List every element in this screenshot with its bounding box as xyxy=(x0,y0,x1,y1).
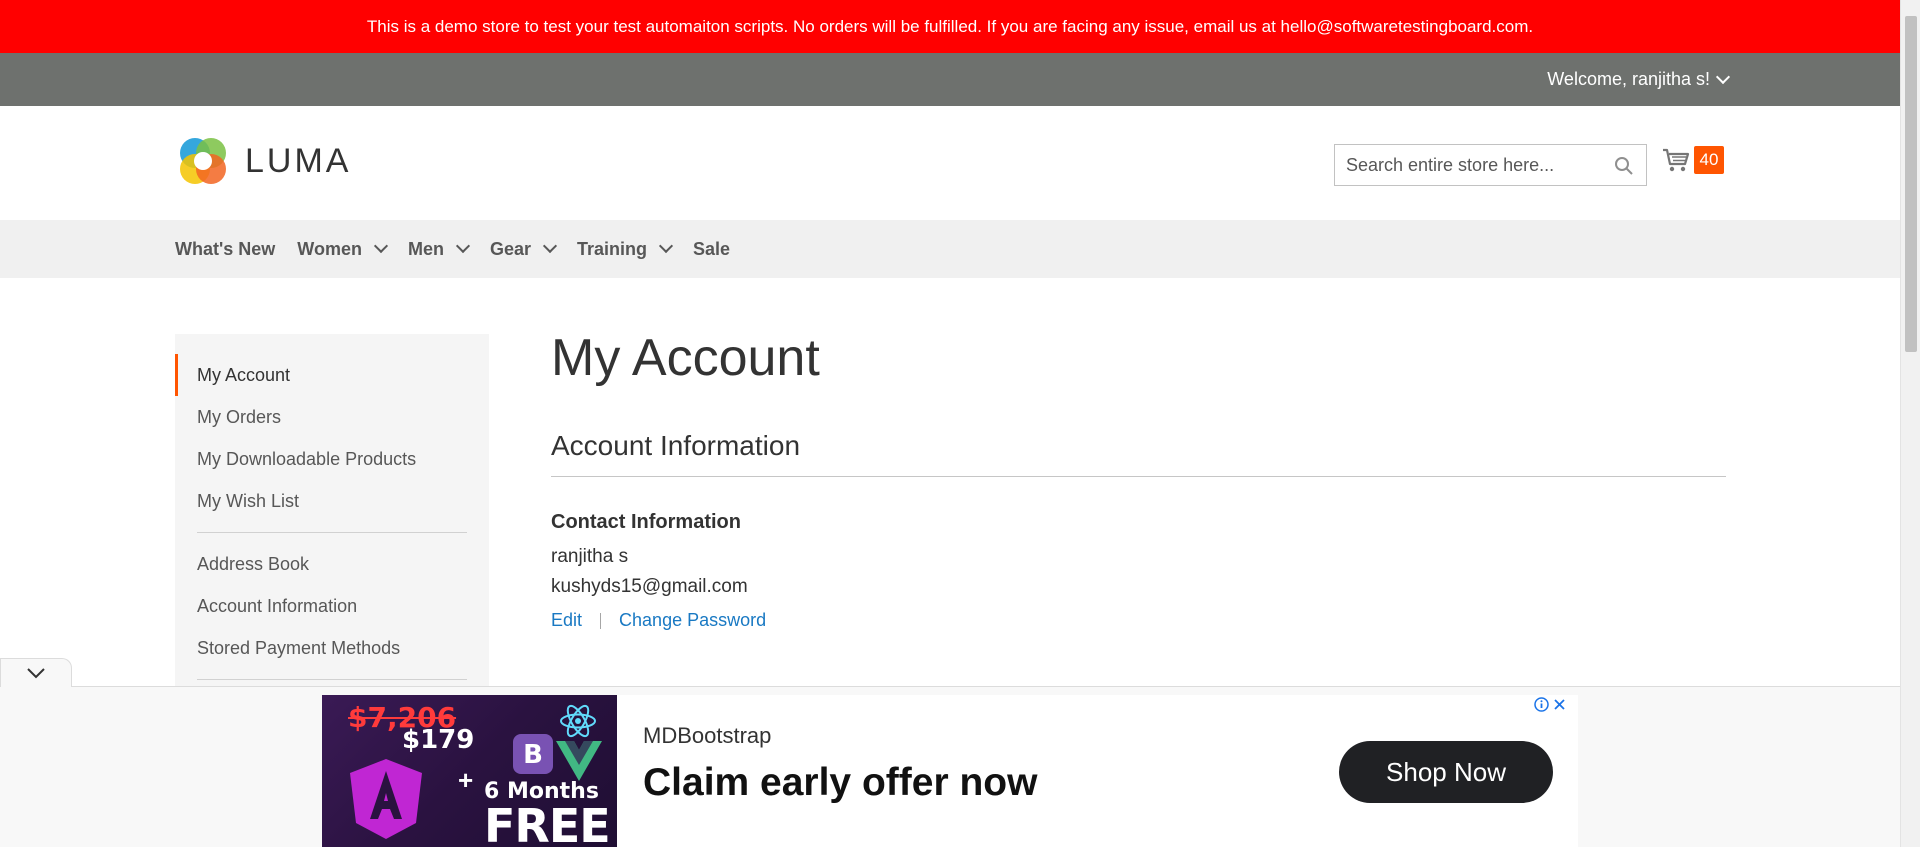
react-logo-icon xyxy=(560,704,596,738)
nav-item-whats-new[interactable]: What's New xyxy=(175,239,275,260)
chevron-down-icon xyxy=(542,238,558,254)
chevron-down-icon xyxy=(658,238,674,254)
ad-banner: $7,206 $179 B + 6 Months FREE MDBootstra… xyxy=(0,658,1900,847)
demo-banner-text: This is a demo store to test your test a… xyxy=(366,16,1534,36)
sidebar-divider xyxy=(197,679,467,680)
edit-link[interactable]: Edit xyxy=(551,610,582,631)
sidebar-item-my-account[interactable]: My Account xyxy=(175,354,489,396)
account-sidebar: My Account My Orders My Downloadable Pro… xyxy=(175,334,489,694)
nav-item-label: Women xyxy=(297,238,362,259)
welcome-text: Welcome, ranjitha s! xyxy=(1547,69,1710,89)
action-separator xyxy=(600,612,602,629)
contact-name: ranjitha s xyxy=(551,546,629,567)
search-input[interactable] xyxy=(1346,154,1606,176)
search-icon[interactable] xyxy=(1614,156,1634,176)
minicart[interactable]: 40 xyxy=(1662,146,1724,174)
section-title: Account Information xyxy=(551,430,1726,477)
angular-logo-icon xyxy=(350,759,422,839)
close-icon[interactable] xyxy=(1553,698,1566,711)
cart-count-badge: 40 xyxy=(1694,146,1724,174)
nav-item-label: Gear xyxy=(489,238,531,259)
luma-logo-icon xyxy=(180,138,226,184)
sidebar-item-address-book[interactable]: Address Book xyxy=(175,543,489,585)
ad-plus: + xyxy=(458,765,474,795)
ad-brand: MDBootstrap xyxy=(643,723,772,748)
logo-text: LUMA xyxy=(245,141,352,180)
nav-item-men[interactable]: Men xyxy=(407,238,471,260)
nav-item-training[interactable]: Training xyxy=(577,238,674,260)
scrollbar-thumb[interactable] xyxy=(1905,16,1917,352)
page: This is a demo store to test your test a… xyxy=(0,0,1900,847)
bootstrap-logo-icon: B xyxy=(513,734,553,774)
sidebar-divider xyxy=(197,532,467,533)
sidebar-item-stored-payment-methods[interactable]: Stored Payment Methods xyxy=(175,627,489,669)
sidebar-item-my-orders[interactable]: My Orders xyxy=(175,396,489,438)
change-password-link[interactable]: Change Password xyxy=(619,610,766,631)
nav-item-label: Sale xyxy=(693,238,731,259)
contact-actions: Edit Change Password xyxy=(551,610,1726,631)
ad-choices xyxy=(1534,697,1566,712)
ad-free: FREE xyxy=(484,799,611,847)
nav-item-label: Training xyxy=(577,238,648,259)
chevron-down-icon xyxy=(373,238,389,254)
sidebar-item-my-downloadable-products[interactable]: My Downloadable Products xyxy=(175,438,489,480)
ad-image: $7,206 $179 B + 6 Months FREE xyxy=(322,695,617,847)
svg-text:B: B xyxy=(523,740,543,770)
shopping-cart-icon xyxy=(1663,148,1690,172)
header-panel: Welcome, ranjitha s! xyxy=(0,53,1900,106)
info-icon[interactable] xyxy=(1534,697,1549,712)
ad-new-price: $179 xyxy=(402,725,475,755)
chevron-down-icon xyxy=(1715,69,1731,84)
vue-logo-icon xyxy=(556,741,602,781)
header-content: LUMA 40 xyxy=(0,106,1900,220)
nav-item-gear[interactable]: Gear xyxy=(489,238,558,260)
customer-welcome-menu[interactable]: Welcome, ranjitha s! xyxy=(1547,69,1731,90)
nav-item-label: Men xyxy=(407,238,444,259)
search-box xyxy=(1334,144,1647,186)
ad-creative[interactable]: $7,206 $179 B + 6 Months FREE MDBootstra… xyxy=(322,695,1578,847)
sidebar-item-account-information[interactable]: Account Information xyxy=(175,585,489,627)
sidebar-item-my-wish-list[interactable]: My Wish List xyxy=(175,480,489,522)
nav-item-label: What's New xyxy=(175,238,276,259)
account-content: My Account Account Information Contact I… xyxy=(551,328,1726,631)
page-scrollbar[interactable] xyxy=(1900,0,1920,847)
ad-headline: Claim early offer now xyxy=(643,761,1038,804)
page-title: My Account xyxy=(551,329,820,387)
nav-item-sale[interactable]: Sale xyxy=(693,239,730,260)
chevron-down-icon xyxy=(455,238,471,254)
chevron-down-icon xyxy=(27,668,45,679)
store-logo[interactable]: LUMA xyxy=(175,133,351,189)
ad-collapse-toggle[interactable] xyxy=(0,658,72,687)
nav-item-women[interactable]: Women xyxy=(297,238,389,260)
contact-email: kushyds15@gmail.com xyxy=(551,576,748,597)
contact-info-title: Contact Information xyxy=(551,511,741,533)
shop-now-button[interactable]: Shop Now xyxy=(1339,741,1553,803)
demo-store-banner: This is a demo store to test your test a… xyxy=(0,0,1900,53)
main-navigation: What's New Women Men Gear Training Sale xyxy=(0,220,1900,278)
